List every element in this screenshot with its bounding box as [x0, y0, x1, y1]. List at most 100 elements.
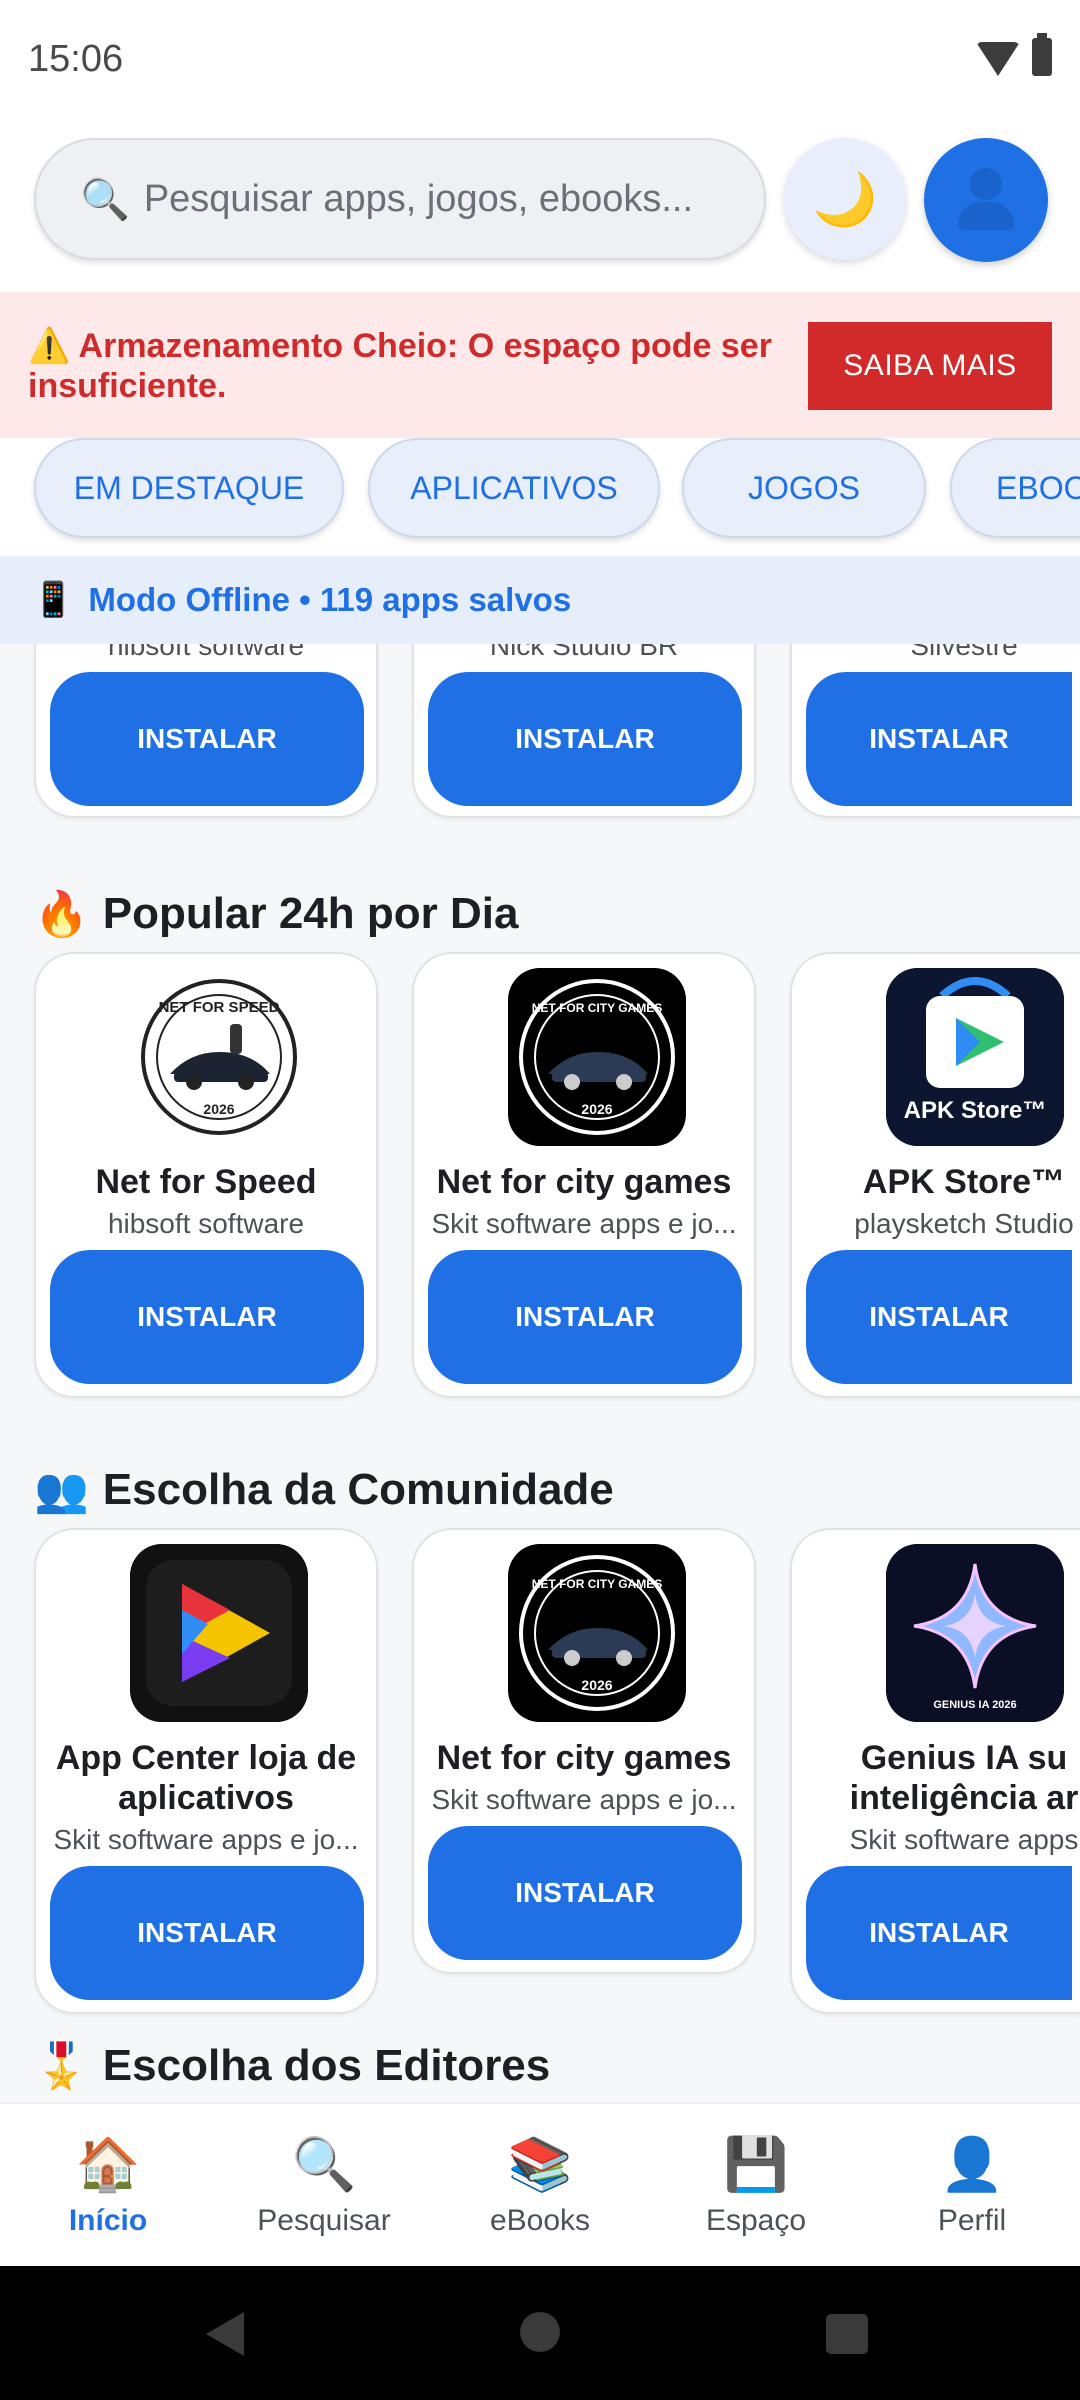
app-name: Net for Speed — [95, 1163, 317, 1201]
moon-icon: 🌙 — [812, 170, 878, 229]
battery-icon — [1032, 33, 1052, 76]
install-button[interactable]: INSTALAR — [806, 1250, 1072, 1384]
tab-ebooks[interactable]: EBOOKS — [950, 438, 1080, 538]
nav-espaco[interactable]: 💾 Espaço — [648, 2104, 864, 2268]
warning-icon: ⚠️ — [28, 327, 71, 365]
install-button[interactable]: INSTALAR — [50, 672, 364, 806]
badge-text: GENIUS IA 2026 — [933, 1699, 1016, 1711]
app-card-apk-store[interactable]: APK Store™ APK Store™ playsketch Studio … — [790, 952, 1080, 1398]
home-circle-icon[interactable] — [520, 2312, 560, 2352]
badge-text: APK Store™ — [904, 1097, 1047, 1124]
app-developer: Nick Studio BR — [489, 644, 679, 661]
recent-apps-icon[interactable] — [826, 2314, 868, 2354]
app-center-logo — [130, 1544, 308, 1722]
nav-pesquisar[interactable]: 🔍 Pesquisar — [216, 2104, 432, 2268]
nav-inicio[interactable]: 🏠 Início — [0, 2104, 216, 2268]
app-name: Net for city games — [436, 1739, 732, 1777]
app-developer: Skit software apps e jo... — [53, 1824, 359, 1855]
nav-ebooks[interactable]: 📚 eBooks — [432, 2104, 648, 2268]
search-bar[interactable]: 🔍 Pesquisar apps, jogos, ebooks... — [34, 138, 766, 260]
genius-ia-logo: GENIUS IA 2026 — [886, 1544, 1064, 1722]
app-developer: hibsoft software — [107, 644, 305, 661]
net-for-city-games-logo: NET FOR CITY GAMES 2026 — [508, 1544, 686, 1722]
app-developer: playsketch Studio — [854, 1208, 1074, 1239]
search-icon: 🔍 — [291, 2136, 357, 2194]
app-developer: Skit software apps e jo... — [431, 1208, 737, 1239]
search-placeholder: Pesquisar apps, jogos, ebooks... — [143, 177, 694, 220]
app-card-net-for-speed[interactable]: NET FOR SPEED 2026 Net for Speed hibsoft… — [34, 952, 378, 1398]
user-icon — [970, 168, 1002, 200]
nav-label: Espaço — [705, 2204, 807, 2237]
fire-icon: 🔥 — [34, 890, 89, 939]
app-name-line2: aplicativos — [118, 1779, 294, 1817]
badge-text: NET FOR CITY GAMES — [532, 1001, 662, 1015]
section-title-comunidade: 👥 Escolha da Comunidade — [34, 1460, 614, 1520]
install-button[interactable]: INSTALAR — [50, 1866, 364, 2000]
nav-label: Início — [68, 2204, 148, 2237]
app-card-net-for-city-games[interactable]: NET FOR CITY GAMES 2026 Net for city gam… — [412, 952, 756, 1398]
learn-more-button[interactable]: SAIBA MAIS — [808, 322, 1052, 410]
app-name: APK Store™ — [862, 1163, 1066, 1201]
floppy-disk-icon: 💾 — [723, 2136, 789, 2194]
tab-destaque[interactable]: EM DESTAQUE — [34, 438, 344, 538]
badge-text: NET FOR CITY GAMES — [532, 1577, 662, 1591]
theme-toggle-button[interactable]: 🌙 — [784, 138, 906, 260]
app-card-app-center[interactable]: App Center loja de aplicativos Skit soft… — [34, 1528, 378, 2014]
badge-year: 2026 — [203, 1101, 234, 1117]
badge-text: NET FOR SPEED — [159, 999, 280, 1016]
warning-message: ⚠️ Armazenamento Cheio: O espaço pode se… — [28, 326, 788, 406]
back-icon[interactable] — [206, 2312, 244, 2356]
tab-jogos[interactable]: JOGOS — [682, 438, 926, 538]
nav-label: Pesquisar — [257, 2204, 391, 2237]
app-developer: Skit software apps — [849, 1824, 1079, 1855]
install-button[interactable]: INSTALAR — [806, 1866, 1072, 2000]
category-tabs: EM DESTAQUE APLICATIVOS JOGOS EBOOKS — [0, 438, 1080, 556]
section-title-text: Popular 24h por Dia — [102, 889, 519, 938]
app-card-net-for-city-games[interactable]: NET FOR CITY GAMES 2026 Net for city gam… — [412, 1528, 756, 1974]
main-content[interactable]: hibsoft software INSTALAR Nick Studio BR… — [0, 644, 1080, 2102]
install-button[interactable]: INSTALAR — [428, 672, 742, 806]
user-icon-body — [958, 202, 1014, 230]
home-icon: 🏠 — [75, 2136, 141, 2194]
section-title-text: Escolha da Comunidade — [102, 1465, 614, 1514]
app-card[interactable]: hibsoft software INSTALAR — [34, 644, 378, 818]
install-button[interactable]: INSTALAR — [428, 1250, 742, 1384]
app-header: 🔍 Pesquisar apps, jogos, ebooks... 🌙 — [0, 120, 1080, 292]
net-for-city-games-logo: NET FOR CITY GAMES 2026 — [508, 968, 686, 1146]
section-title-editores: 🎖️ Escolha dos Editores — [34, 2036, 550, 2096]
badge-year: 2026 — [581, 1677, 612, 1693]
tab-aplicativos[interactable]: APLICATIVOS — [368, 438, 660, 538]
app-developer: Skit software apps e jo... — [431, 1784, 737, 1815]
warning-text: Armazenamento Cheio: O espaço pode ser i… — [28, 327, 772, 405]
app-card[interactable]: Silvestre INSTALAR — [790, 644, 1080, 818]
install-button[interactable]: INSTALAR — [806, 672, 1072, 806]
profile-button[interactable] — [924, 138, 1048, 262]
apk-store-logo: APK Store™ — [886, 968, 1064, 1146]
nav-label: eBooks — [489, 2204, 591, 2237]
offline-mode-bar: 📱 Modo Offline • 119 apps salvos — [0, 556, 1080, 644]
install-button[interactable]: INSTALAR — [50, 1250, 364, 1384]
bottom-navigation: 🏠 Início 🔍 Pesquisar 📚 eBooks 💾 Espaço 👤… — [0, 2102, 1080, 2266]
app-name-line1: Genius IA su — [860, 1739, 1068, 1777]
books-icon: 📚 — [507, 2136, 573, 2194]
install-button[interactable]: INSTALAR — [428, 1826, 742, 1960]
app-card-genius-ia[interactable]: GENIUS IA 2026 Genius IA su inteligência… — [790, 1528, 1080, 2014]
wifi-icon — [976, 42, 1020, 76]
offline-text: Modo Offline • 119 apps salvos — [88, 581, 572, 618]
status-time: 15:06 — [28, 38, 124, 80]
app-card[interactable]: Nick Studio BR INSTALAR — [412, 644, 756, 818]
section-title-popular: 🔥 Popular 24h por Dia — [34, 884, 518, 944]
app-name-line2: inteligência ar — [849, 1779, 1079, 1817]
search-icon: 🔍 — [80, 177, 130, 222]
nav-perfil[interactable]: 👤 Perfil — [864, 2104, 1080, 2268]
net-for-speed-logo: NET FOR SPEED 2026 — [130, 968, 308, 1146]
app-developer: Silvestre — [910, 644, 1018, 661]
section-title-text: Escolha dos Editores — [102, 2041, 551, 2090]
user-icon: 👤 — [939, 2136, 1005, 2194]
storage-warning-banner: ⚠️ Armazenamento Cheio: O espaço pode se… — [0, 292, 1080, 438]
app-name-line1: App Center loja de — [55, 1739, 357, 1777]
system-navigation-bar — [0, 2266, 1080, 2400]
phone-icon: 📱 — [32, 581, 75, 619]
people-icon: 👥 — [34, 1466, 89, 1515]
nav-label: Perfil — [937, 2204, 1007, 2237]
